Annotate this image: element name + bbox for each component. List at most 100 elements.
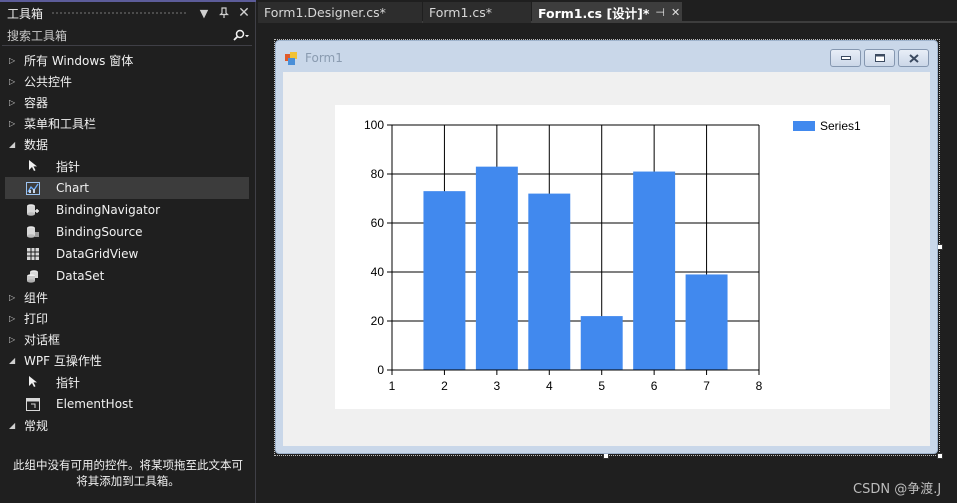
- toolbox-item-elementhost[interactable]: ElementHost: [0, 393, 256, 415]
- watermark: CSDN @争渡.J: [853, 482, 942, 497]
- close-icon[interactable]: ✕: [236, 5, 252, 21]
- expand-arrow-icon[interactable]: ▷: [9, 77, 19, 86]
- x-tick-label: 1: [389, 379, 396, 393]
- chart-plot: 0 20 40 60 80 100 1 2 3 4 5 6 7 8 Series1: [364, 118, 861, 393]
- expand-arrow-icon[interactable]: ▷: [9, 314, 19, 323]
- category-label: 公共控件: [24, 75, 73, 89]
- form-client-area[interactable]: 0 20 40 60 80 100 1 2 3 4 5 6 7 8 Series1: [283, 72, 930, 446]
- close-button[interactable]: [898, 49, 929, 67]
- datagridview-icon: [25, 246, 41, 262]
- toolbox-item-dataset[interactable]: DataSet: [0, 265, 256, 287]
- x-tick-label: 5: [598, 379, 605, 393]
- legend-swatch: [793, 121, 815, 131]
- document-tab-bar: Form1.Designer.cs* Form1.cs* Form1.cs [设…: [258, 0, 957, 23]
- x-tick-label: 7: [703, 379, 710, 393]
- drag-grip[interactable]: [51, 10, 188, 16]
- designer-surface[interactable]: Form1 0 20 40 60 80 100 1 2 3 4 5 6 7 8 Series1: [258, 25, 957, 503]
- item-label: BindingSource: [56, 225, 143, 239]
- tab-label: Form1.cs*: [429, 5, 493, 20]
- chart-bar: [580, 316, 623, 370]
- expand-arrow-icon[interactable]: ▷: [9, 56, 19, 65]
- category-label: 数据: [24, 138, 49, 152]
- toolbox-item-chart[interactable]: Chart: [5, 177, 249, 199]
- category-components[interactable]: ▷ 组件: [0, 287, 256, 308]
- minimize-icon: [840, 56, 851, 60]
- binding-source-icon: [25, 224, 41, 240]
- category-label: WPF 互操作性: [24, 354, 102, 368]
- close-tab-icon[interactable]: ✕: [671, 6, 680, 19]
- toolbox-item-bindingnavigator[interactable]: BindingNavigator: [0, 199, 256, 221]
- category-label: 组件: [24, 291, 49, 305]
- item-label: 指针: [56, 375, 81, 390]
- toolbox-panel: 工具箱 ▼ ✕ ▷ 所有 Windows 窗体 ▷ 公共控件 ▷ 容器 ▷ 菜单和工具栏…: [0, 0, 256, 503]
- form-window[interactable]: Form1 0 20 40 60 80 100 1 2 3 4 5 6 7 8 Series1: [275, 40, 938, 454]
- category-label: 常规: [24, 419, 49, 433]
- item-label: BindingNavigator: [56, 203, 161, 217]
- window-position-dropdown-icon[interactable]: ▼: [196, 5, 212, 21]
- x-tick-label: 4: [546, 379, 553, 393]
- x-tick-label: 3: [494, 379, 501, 393]
- category-dialogs[interactable]: ▷ 对话框: [0, 329, 256, 350]
- category-label: 打印: [24, 312, 49, 326]
- category-printing[interactable]: ▷ 打印: [0, 308, 256, 329]
- category-containers[interactable]: ▷ 容器: [0, 92, 256, 113]
- tab-form1-cs[interactable]: Form1.cs*: [423, 2, 531, 23]
- toolbox-list: ▷ 所有 Windows 窗体 ▷ 公共控件 ▷ 容器 ▷ 菜单和工具栏 ◢ 数据 指针 …: [0, 50, 256, 436]
- tab-label: Form1.Designer.cs*: [264, 5, 386, 20]
- auto-hide-pin-icon[interactable]: [216, 5, 232, 21]
- category-all-windows-forms[interactable]: ▷ 所有 Windows 窗体: [0, 50, 256, 71]
- toolbox-header: 工具箱 ▼ ✕: [0, 0, 256, 24]
- maximize-button[interactable]: [864, 49, 895, 67]
- chart-bar: [685, 274, 728, 370]
- chart-bar: [528, 193, 571, 370]
- toolbox-empty-message: 此组中没有可用的控件。将某项拖至此文本可将其添加到工具箱。: [13, 458, 243, 488]
- elementhost-icon: [25, 396, 41, 412]
- category-label: 容器: [24, 96, 49, 110]
- item-label: 指针: [56, 159, 81, 174]
- chart-bar: [633, 171, 676, 370]
- expand-arrow-icon[interactable]: ▷: [9, 335, 19, 344]
- item-label: ElementHost: [56, 397, 134, 411]
- toolbox-item-datagridview[interactable]: DataGridView: [0, 243, 256, 265]
- expand-arrow-icon[interactable]: ▷: [9, 119, 19, 128]
- collapse-arrow-icon[interactable]: ◢: [9, 421, 19, 430]
- toolbox-item-pointer[interactable]: 指针: [0, 155, 256, 177]
- category-wpf-interop[interactable]: ◢ WPF 互操作性: [0, 350, 256, 371]
- toolbox-search-input[interactable]: [7, 28, 230, 43]
- category-general[interactable]: ◢ 常规: [0, 415, 256, 436]
- chart-control[interactable]: 0 20 40 60 80 100 1 2 3 4 5 6 7 8 Series1: [335, 105, 890, 409]
- minimize-button[interactable]: [830, 49, 861, 67]
- form-title: Form1: [305, 51, 343, 65]
- form-titlebar[interactable]: Form1: [276, 41, 937, 71]
- toolbox-search: [2, 26, 252, 46]
- expand-arrow-icon[interactable]: ▷: [9, 293, 19, 302]
- x-tick-label: 6: [651, 379, 658, 393]
- binding-navigator-icon: [25, 202, 41, 218]
- legend-label: Series1: [820, 119, 861, 133]
- chart-bar: [423, 191, 466, 370]
- tab-label: Form1.cs [设计]*: [538, 6, 650, 21]
- toolbox-item-pointer[interactable]: 指针: [0, 371, 256, 393]
- search-icon[interactable]: [230, 27, 252, 45]
- collapse-arrow-icon[interactable]: ◢: [9, 140, 19, 149]
- toolbox-title: 工具箱: [7, 6, 44, 21]
- category-label: 菜单和工具栏: [24, 117, 97, 131]
- toolbox-item-bindingsource[interactable]: BindingSource: [0, 221, 256, 243]
- expand-arrow-icon[interactable]: ▷: [9, 98, 19, 107]
- resize-handle-bottom-right[interactable]: [937, 453, 943, 459]
- y-tick-label: 40: [371, 265, 385, 279]
- maximize-icon: [874, 54, 885, 62]
- category-data[interactable]: ◢ 数据: [0, 134, 256, 155]
- tab-form1-cs-design[interactable]: Form1.cs [设计]* ⊣ ✕: [532, 2, 682, 23]
- pin-tab-icon[interactable]: ⊣: [655, 6, 665, 19]
- chart-icon: [25, 180, 41, 196]
- x-tick-label: 2: [441, 379, 448, 393]
- collapse-arrow-icon[interactable]: ◢: [9, 356, 19, 365]
- y-tick-label: 60: [371, 216, 385, 230]
- pointer-icon: [25, 158, 41, 174]
- category-menus-toolbars[interactable]: ▷ 菜单和工具栏: [0, 113, 256, 134]
- category-common-controls[interactable]: ▷ 公共控件: [0, 71, 256, 92]
- pointer-icon: [25, 374, 41, 390]
- tab-form1-designer-cs[interactable]: Form1.Designer.cs*: [258, 2, 422, 23]
- item-label: Chart: [56, 181, 89, 195]
